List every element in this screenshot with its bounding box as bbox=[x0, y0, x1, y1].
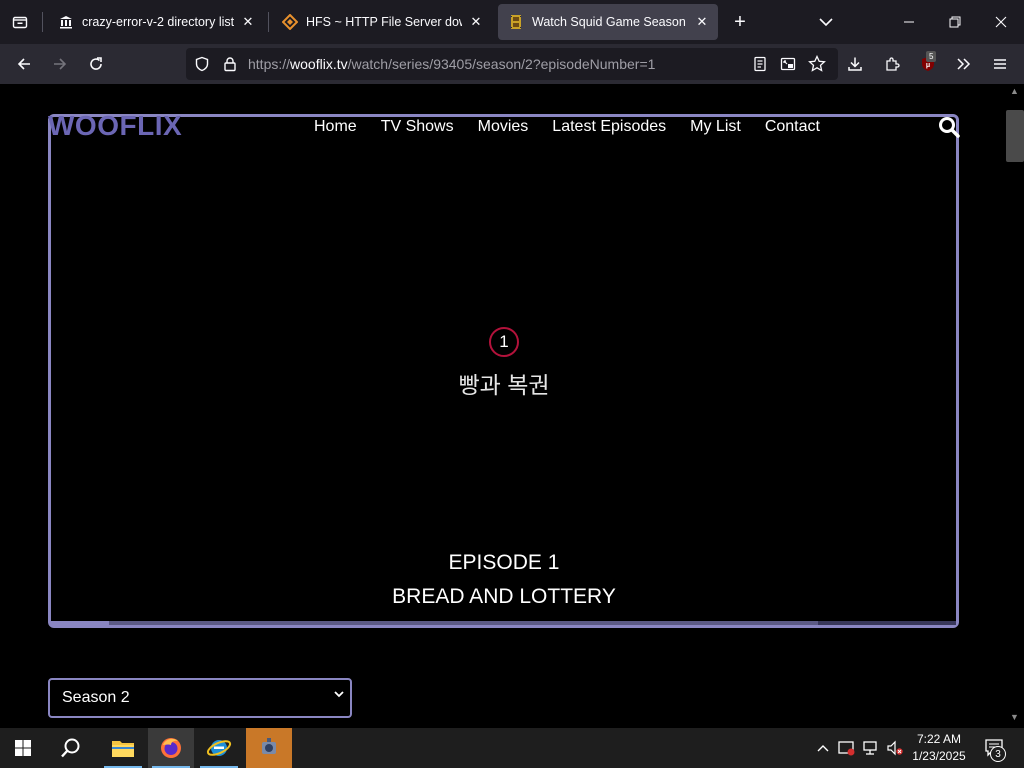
app-taskbar-icon[interactable] bbox=[246, 728, 292, 768]
season-select[interactable]: Season 2 bbox=[48, 678, 352, 718]
site-logo[interactable]: WOOFLIX bbox=[48, 110, 182, 142]
file-explorer-icon[interactable] bbox=[100, 728, 146, 768]
search-icon[interactable] bbox=[937, 115, 961, 139]
minimize-icon[interactable] bbox=[886, 0, 932, 44]
close-tab-icon[interactable]: ✕ bbox=[240, 14, 256, 30]
ublock-badge: 5 bbox=[926, 51, 937, 62]
nav-my-list[interactable]: My List bbox=[690, 118, 741, 136]
archive-columns-icon bbox=[58, 14, 74, 30]
reader-view-icon[interactable] bbox=[746, 50, 774, 78]
extensions-icon[interactable] bbox=[878, 50, 906, 78]
lock-icon[interactable] bbox=[216, 50, 244, 78]
show-hidden-icons-chevron-icon[interactable] bbox=[814, 728, 832, 768]
list-all-tabs-icon[interactable] bbox=[814, 10, 838, 34]
site-navigation: Home TV Shows Movies Latest Episodes My … bbox=[314, 118, 820, 136]
clock-time: 7:22 AM bbox=[916, 732, 962, 746]
url-host: wooflix.tv bbox=[290, 56, 348, 72]
firefox-taskbar-icon[interactable] bbox=[148, 728, 194, 768]
tab-hfs[interactable]: HFS ~ HTTP File Server downlo ✕ bbox=[272, 4, 492, 40]
episode-title: BREAD AND LOTTERY bbox=[392, 585, 616, 608]
nav-tv-shows[interactable]: TV Shows bbox=[381, 118, 454, 136]
taskbar-search-icon[interactable] bbox=[48, 728, 94, 768]
chevron-down-icon bbox=[334, 690, 344, 698]
more-tools-chevrons-icon[interactable] bbox=[950, 50, 978, 78]
network-icon[interactable] bbox=[860, 728, 882, 768]
restore-icon[interactable] bbox=[932, 0, 978, 44]
hfs-diamond-icon bbox=[282, 14, 298, 30]
firefox-view-icon[interactable] bbox=[0, 0, 40, 44]
nav-home[interactable]: Home bbox=[314, 118, 357, 136]
tab-separator bbox=[42, 12, 43, 32]
season-select-value: Season 2 bbox=[62, 689, 130, 706]
tab-title: crazy-error-v-2 directory listing bbox=[82, 15, 234, 29]
nav-latest-episodes[interactable]: Latest Episodes bbox=[552, 118, 666, 136]
close-tab-icon[interactable]: ✕ bbox=[694, 14, 710, 30]
nav-movies[interactable]: Movies bbox=[478, 118, 529, 136]
film-icon bbox=[508, 14, 524, 30]
episode-korean-title: 빵과 복권 bbox=[458, 372, 550, 398]
security-shield-tray-icon[interactable] bbox=[836, 728, 858, 768]
hamburger-menu-icon[interactable] bbox=[986, 50, 1014, 78]
episode-label: EPISODE 1 bbox=[448, 551, 560, 574]
tab-separator bbox=[268, 12, 269, 32]
taskbar-clock[interactable]: 7:22 AM 1/23/2025 bbox=[900, 731, 978, 765]
close-window-icon[interactable] bbox=[978, 0, 1024, 44]
episode-number-badge: 1 bbox=[489, 327, 519, 357]
back-icon[interactable] bbox=[10, 50, 38, 78]
nav-contact[interactable]: Contact bbox=[765, 118, 820, 136]
scroll-up-arrow-icon[interactable]: ▲ bbox=[1010, 86, 1019, 96]
url-path: /watch/series/93405/season/2?episodeNumb… bbox=[347, 56, 656, 72]
notification-count-badge: 3 bbox=[990, 746, 1006, 762]
svg-text:μ: μ bbox=[926, 62, 930, 69]
tab-title: Watch Squid Game Season 2 Ep bbox=[532, 15, 688, 29]
video-buffered-bar bbox=[51, 621, 818, 625]
downloads-icon[interactable] bbox=[841, 50, 869, 78]
video-played-bar bbox=[51, 621, 109, 625]
shield-icon[interactable] bbox=[188, 50, 216, 78]
forward-icon[interactable] bbox=[46, 50, 74, 78]
scroll-down-arrow-icon[interactable]: ▼ bbox=[1010, 712, 1019, 722]
clock-date: 1/23/2025 bbox=[912, 749, 966, 763]
url-text[interactable]: https://wooflix.tv/watch/series/93405/se… bbox=[248, 56, 655, 72]
url-scheme: https:// bbox=[248, 56, 291, 72]
close-tab-icon[interactable]: ✕ bbox=[468, 14, 484, 30]
tab-directory-listing[interactable]: crazy-error-v-2 directory listing ✕ bbox=[48, 4, 264, 40]
new-tab-icon[interactable]: + bbox=[728, 8, 752, 36]
page-scrollbar[interactable] bbox=[1008, 84, 1024, 728]
bookmark-star-icon[interactable] bbox=[803, 50, 831, 78]
reload-icon[interactable] bbox=[82, 50, 110, 78]
picture-in-picture-icon[interactable] bbox=[774, 50, 802, 78]
windows-start-icon[interactable] bbox=[0, 728, 46, 768]
tab-watch-squid-game[interactable]: Watch Squid Game Season 2 Ep ✕ bbox=[498, 4, 718, 40]
tab-title: HFS ~ HTTP File Server downlo bbox=[306, 15, 462, 29]
internet-explorer-icon[interactable] bbox=[196, 728, 242, 768]
scrollbar-thumb[interactable] bbox=[1006, 110, 1024, 162]
